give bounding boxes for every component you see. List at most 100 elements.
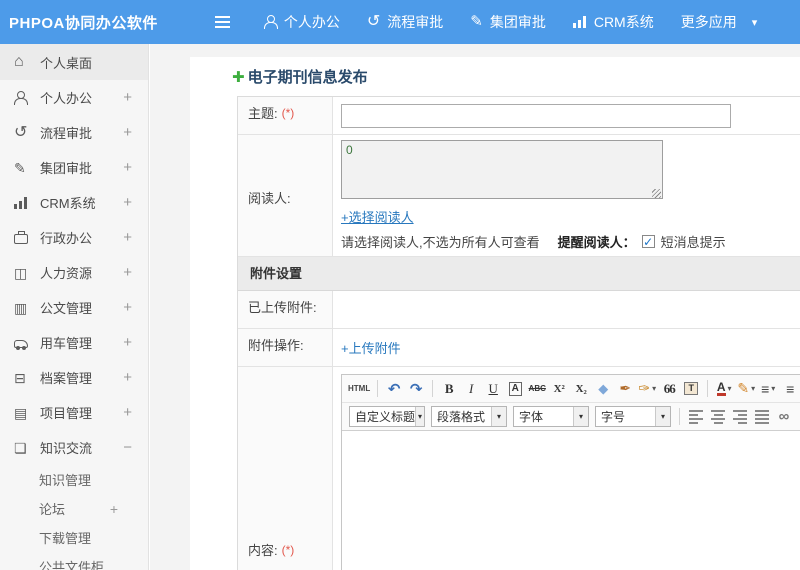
app-header: PHPOA协同办公软件 个人办公 ↺ 流程审批 ✎ 集团审批 CRM系统 更多应… [0, 0, 800, 44]
page-title: ✚ 电子期刊信息发布 [232, 68, 368, 87]
sidebar-item-crm-system[interactable]: CRM系统 + [0, 185, 148, 220]
edit-icon: ✎ [14, 159, 26, 176]
expand-icon[interactable]: + [123, 194, 132, 211]
html-source-button[interactable]: HTML [347, 378, 371, 399]
redo-icon[interactable]: ↷ [406, 378, 426, 399]
collapse-icon[interactable]: − [123, 439, 132, 456]
toolbar-separator [679, 408, 680, 425]
sidebar: ⌂ 个人桌面 个人办公 + ↺ 流程审批 + ✎ 集团审批 + CRM系统 + … [0, 44, 149, 570]
paragraph-format-select[interactable]: 段落格式 ▾ [431, 406, 507, 427]
uploaded-attachments-label: 已上传附件: [238, 291, 333, 328]
attachments-section-header: 附件设置 [238, 257, 800, 291]
nav-group-approval[interactable]: ✎ 集团审批 [470, 12, 546, 32]
expand-icon[interactable]: + [123, 404, 132, 421]
nav-workflow-approval[interactable]: ↺ 流程审批 [367, 12, 443, 32]
sidebar-item-personal-desktop[interactable]: ⌂ 个人桌面 [0, 44, 148, 80]
format-painter-icon[interactable]: ✒ [615, 378, 635, 399]
subscript-button[interactable]: X₂ [571, 378, 591, 399]
blockquote-button[interactable]: 66 [659, 378, 679, 399]
sms-label: 短消息提示 [660, 235, 726, 250]
sidebar-subitem-download-management[interactable]: 下载管理 [0, 523, 148, 552]
sidebar-item-workflow-approval[interactable]: ↺ 流程审批 + [0, 115, 148, 150]
sidebar-subitem-public-file-cabinet[interactable]: 公共文件柜 [0, 552, 148, 570]
readers-label: 阅读人: [238, 135, 333, 256]
form-row-content: 内容: (*) HTML ↶ ↷ B I U A ABC X² X₂ ◆ ✒ ✑… [238, 367, 800, 570]
required-mark: (*) [281, 542, 295, 557]
highlight-color-icon[interactable]: ✎ ▾ [736, 378, 756, 399]
font-border-button[interactable]: A [505, 378, 525, 399]
font-family-select[interactable]: 字体 ▾ [513, 406, 589, 427]
align-justify-icon[interactable] [752, 406, 772, 427]
sidebar-item-group-approval[interactable]: ✎ 集团审批 + [0, 150, 148, 185]
undo-icon[interactable]: ↶ [384, 378, 404, 399]
readers-textarea[interactable]: 0 [341, 140, 663, 199]
sidebar-item-admin-office[interactable]: 行政办公 + [0, 220, 148, 255]
sms-checkbox[interactable]: ✓ [641, 235, 655, 248]
sidebar-item-vehicle-management[interactable]: 用车管理 + [0, 325, 148, 360]
form-row-subject: 主题: (*) [238, 97, 800, 135]
insert-link-icon[interactable]: ∞ [774, 406, 794, 427]
sidebar-item-project-management[interactable]: ▤ 项目管理 + [0, 395, 148, 430]
strikethrough-button[interactable]: ABC [527, 378, 547, 399]
expand-icon[interactable]: + [110, 501, 118, 517]
required-mark: (*) [281, 105, 295, 120]
auto-typeset-icon[interactable]: ✑ ▾ [637, 378, 657, 399]
remove-format-eraser-icon[interactable]: ◆ [593, 378, 613, 399]
remove-link-icon[interactable]: ∞ [796, 406, 800, 427]
sidebar-subitem-forum[interactable]: 论坛 + [0, 494, 148, 523]
nav-more-apps[interactable]: 更多应用 [681, 12, 737, 32]
italic-button[interactable]: I [461, 378, 481, 399]
sidebar-item-human-resources[interactable]: ◫ 人力资源 + [0, 255, 148, 290]
nav-crm-system[interactable]: CRM系统 [572, 12, 654, 32]
bar-chart-icon [572, 16, 587, 28]
hamburger-menu-icon[interactable] [214, 21, 230, 23]
bar-chart-icon [14, 196, 31, 209]
expand-icon[interactable]: + [123, 229, 132, 246]
add-plus-icon: ✚ [232, 68, 245, 86]
caret-down-icon: ▾ [655, 407, 670, 426]
unordered-list-icon[interactable]: ≡ [780, 378, 800, 399]
sidebar-subitem-knowledge-management[interactable]: 知识管理 [0, 465, 148, 494]
paste-text-icon[interactable]: T [681, 378, 701, 399]
bold-button[interactable]: B [439, 378, 459, 399]
person-icon [14, 90, 31, 105]
sidebar-item-knowledge-exchange[interactable]: ❏ 知识交流 − [0, 430, 148, 465]
readers-hint-line: 请选择阅读人,不选为所有人可查看 提醒阅读人： ✓ 短消息提示 [341, 232, 800, 251]
home-icon: ⌂ [14, 53, 24, 70]
expand-icon[interactable]: + [123, 264, 132, 281]
align-left-icon[interactable] [686, 406, 706, 427]
expand-icon[interactable]: + [123, 159, 132, 176]
toolbar-separator [432, 380, 434, 397]
edit-icon: ✎ [470, 13, 483, 30]
expand-icon[interactable]: + [123, 299, 132, 316]
upload-attachment-link[interactable]: +上传附件 [341, 338, 401, 357]
sidebar-item-personal-office[interactable]: 个人办公 + [0, 80, 148, 115]
align-center-icon[interactable] [708, 406, 728, 427]
caret-down-icon[interactable]: ▾ [752, 16, 758, 29]
open-book-icon: ◫ [14, 264, 28, 281]
superscript-button[interactable]: X² [549, 378, 569, 399]
rich-text-editor: HTML ↶ ↷ B I U A ABC X² X₂ ◆ ✒ ✑ ▾ 66 T … [341, 374, 800, 570]
editor-content-area[interactable] [342, 431, 800, 570]
person-icon [263, 15, 278, 29]
sidebar-item-document-management[interactable]: ▥ 公文管理 + [0, 290, 148, 325]
form-row-attachment-operation: 附件操作: +上传附件 [238, 329, 800, 367]
font-color-button[interactable]: A ▾ [714, 378, 734, 399]
archive-icon: ⊟ [14, 369, 26, 386]
font-size-select[interactable]: 字号 ▾ [595, 406, 671, 427]
ordered-list-icon[interactable]: ≡ ▾ [758, 378, 778, 399]
subject-input[interactable] [341, 103, 731, 128]
select-readers-link[interactable]: +选择阅读人 [341, 207, 800, 226]
publish-form: 主题: (*) 阅读人: 0 +选择阅读人 请选择阅读人,不选为所有人可查看 提… [237, 96, 800, 570]
nav-personal-office[interactable]: 个人办公 [263, 12, 340, 32]
expand-icon[interactable]: + [123, 124, 132, 141]
underline-button[interactable]: U [483, 378, 503, 399]
sidebar-item-archive-management[interactable]: ⊟ 档案管理 + [0, 360, 148, 395]
align-right-icon[interactable] [730, 406, 750, 427]
expand-icon[interactable]: + [123, 89, 132, 106]
custom-heading-select[interactable]: 自定义标题 ▾ [349, 406, 425, 427]
attachment-operation-label: 附件操作: [238, 329, 333, 366]
expand-icon[interactable]: + [123, 369, 132, 386]
sidebar-submenu-knowledge: 知识管理 论坛 + 下载管理 公共文件柜 [0, 465, 148, 570]
expand-icon[interactable]: + [123, 334, 132, 351]
